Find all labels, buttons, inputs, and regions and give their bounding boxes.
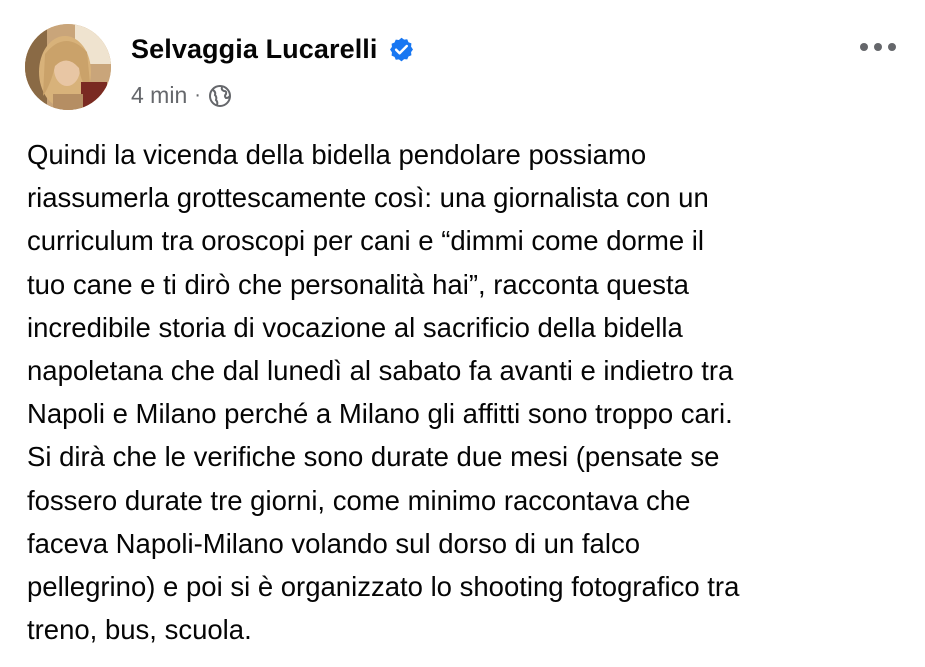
author-name[interactable]: Selvaggia Lucarelli [131,34,378,65]
post-text-line: tuo cane e ti dirò che personalità hai”,… [27,268,689,300]
meta-separator: · [194,84,201,106]
post-text-line: Napoli e Milano perché a Milano gli affi… [27,398,733,430]
more-options-button[interactable] [856,32,900,62]
post-text-line: treno, bus, scuola. [27,614,252,646]
post-text-line: incredibile storia di vocazione al sacri… [27,311,683,343]
post-meta: 4 min · [131,82,232,109]
post-text-line: faceva Napoli-Milano volando sul dorso d… [27,527,640,559]
post-text-line: Si dirà che le verifiche sono durate due… [27,441,720,473]
more-options-icon [860,43,896,51]
globe-icon[interactable] [208,84,232,108]
post-text-line: fossero durate tre giorni, come minimo r… [27,484,691,516]
post-timestamp[interactable]: 4 min [131,82,187,109]
post-text-line: napoletana che dal lunedì al sabato fa a… [27,355,734,387]
verified-badge-icon [388,36,415,63]
post-text-line: pellegrino) e poi si è organizzato lo sh… [27,571,740,603]
post-text-line: Quindi la vicenda della bidella pendolar… [27,139,647,170]
post-body-text: Quindi la vicenda della bidella pendolar… [27,133,912,651]
avatar[interactable] [25,24,111,110]
post-header-author: Selvaggia Lucarelli [131,34,415,65]
post-text-line: riassumerla grottescamente così: una gio… [27,182,709,214]
post-text-line: curriculum tra oroscopi per cani e “dimm… [27,225,705,257]
